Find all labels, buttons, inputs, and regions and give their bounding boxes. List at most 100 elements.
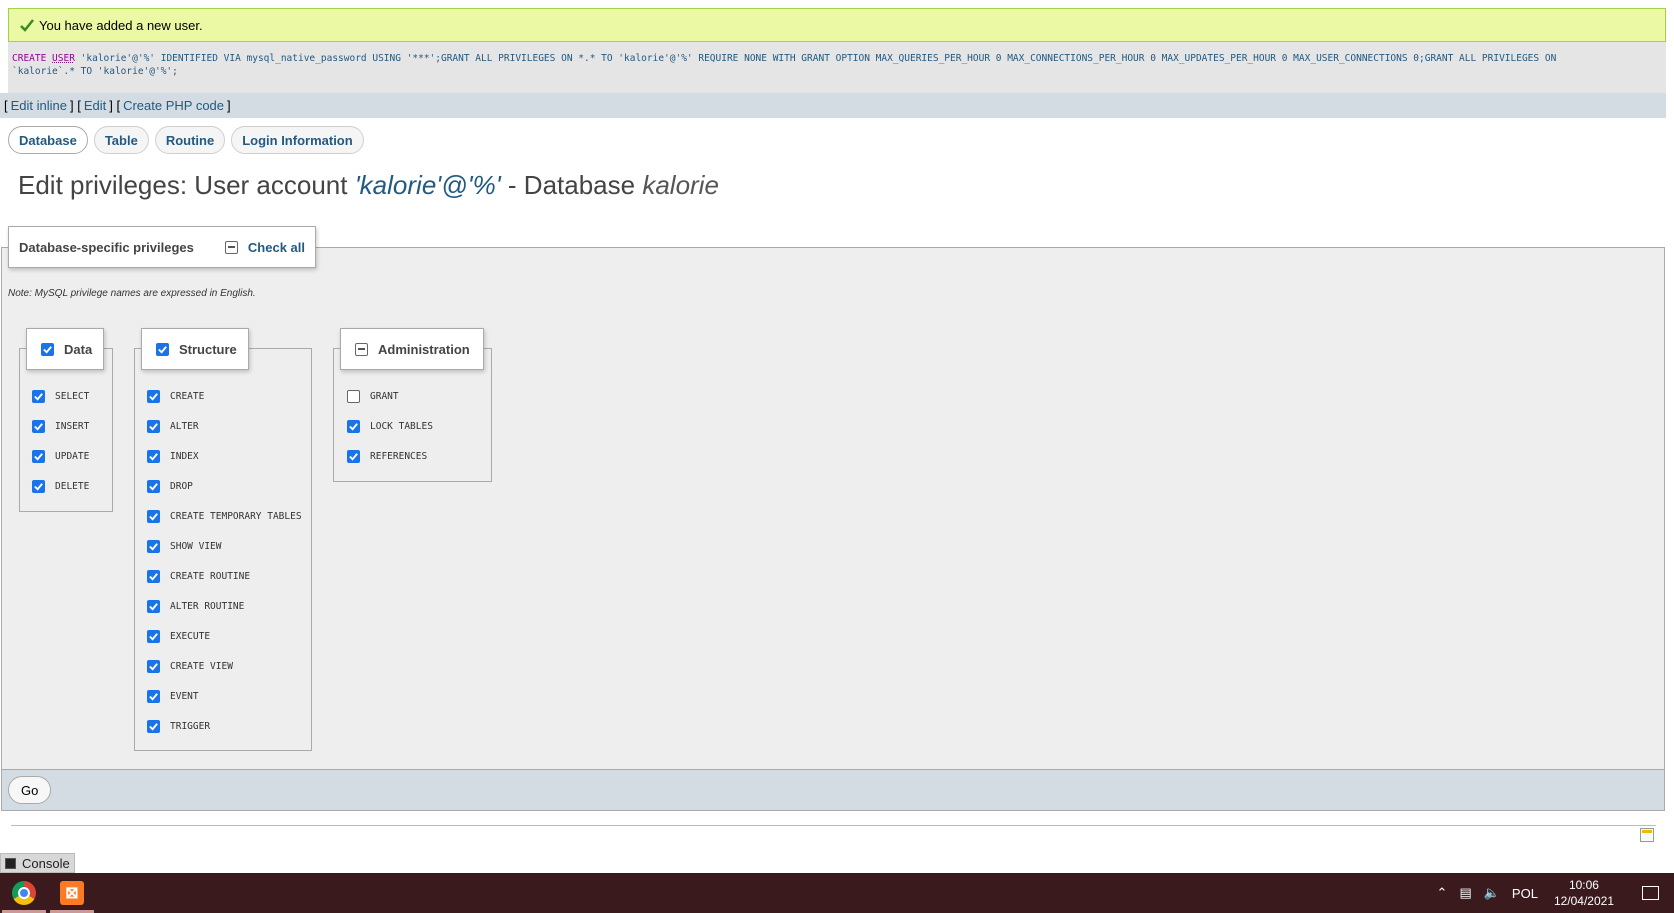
privileges-legend: Database-specific privileges Check all: [8, 226, 316, 268]
privilege-insert[interactable]: INSERT: [32, 420, 89, 433]
privilege-label: LOCK TABLES: [370, 421, 433, 432]
tab-routine[interactable]: Routine: [154, 126, 226, 154]
network-icon[interactable]: ▤: [1459, 885, 1471, 901]
create-php-code-link[interactable]: Create PHP code: [123, 98, 224, 113]
chevron-up-icon[interactable]: ⌃: [1437, 885, 1448, 901]
title-database: kalorie: [642, 170, 719, 200]
title-mid: - Database: [500, 170, 643, 200]
notifications-icon[interactable]: [1626, 873, 1674, 913]
privilege-index[interactable]: INDEX: [147, 450, 199, 463]
taskbar: ⊠ ⌃ ▤ 🔈 POL 10:06 12/04/2021: [0, 873, 1674, 913]
privilege-checkbox[interactable]: [147, 420, 160, 433]
privilege-checkbox[interactable]: [147, 510, 160, 523]
privilege-checkbox[interactable]: [32, 420, 45, 433]
check-all-checkbox[interactable]: [224, 240, 238, 254]
structure-group-label: Structure: [179, 341, 237, 357]
privilege-checkbox[interactable]: [147, 480, 160, 493]
privilege-update[interactable]: UPDATE: [32, 450, 89, 463]
privilege-drop[interactable]: DROP: [147, 480, 193, 493]
privilege-create-temporary-tables[interactable]: CREATE TEMPORARY TABLES: [147, 510, 302, 523]
data-group-checkbox[interactable]: [41, 342, 54, 356]
privilege-checkbox[interactable]: [32, 480, 45, 493]
privilege-label: CREATE VIEW: [170, 661, 233, 672]
privilege-label: SHOW VIEW: [170, 541, 222, 552]
privilege-label: TRIGGER: [170, 721, 211, 732]
page: { "notice": { "message": "You have added…: [0, 0, 1674, 913]
privilege-checkbox[interactable]: [147, 720, 160, 733]
privilege-checkbox[interactable]: [347, 450, 360, 463]
privilege-label: EXECUTE: [170, 631, 211, 642]
privilege-grant[interactable]: GRANT: [347, 390, 399, 403]
privilege-select[interactable]: SELECT: [32, 390, 89, 403]
clock[interactable]: 10:06 12/04/2021: [1554, 877, 1614, 909]
privilege-label: ALTER: [170, 421, 199, 432]
edit-link[interactable]: Edit: [84, 98, 106, 113]
privilege-checkbox[interactable]: [147, 450, 160, 463]
privilege-alter[interactable]: ALTER: [147, 420, 199, 433]
structure-group-legend[interactable]: Structure: [141, 328, 249, 370]
privilege-create-routine[interactable]: CREATE ROUTINE: [147, 570, 250, 583]
tab-login-information[interactable]: Login Information: [231, 126, 364, 154]
privilege-references[interactable]: REFERENCES: [347, 450, 427, 463]
privilege-checkbox[interactable]: [347, 420, 360, 433]
taskbar-chrome[interactable]: [0, 873, 48, 913]
tab-table[interactable]: Table: [93, 126, 149, 154]
privilege-label: CREATE ROUTINE: [170, 571, 251, 582]
privilege-checkbox[interactable]: [32, 450, 45, 463]
edit-inline-link[interactable]: Edit inline: [11, 98, 67, 113]
console-toggle[interactable]: Console: [0, 853, 75, 873]
xampp-icon: ⊠: [60, 881, 84, 905]
privilege-checkbox[interactable]: [147, 660, 160, 673]
check-all-label[interactable]: Check all: [248, 240, 305, 255]
privilege-event[interactable]: EVENT: [147, 690, 199, 703]
sql-text-line1: 'kalorie'@'%' IDENTIFIED VIA mysql_nativ…: [74, 53, 1557, 64]
privilege-label: CREATE TEMPORARY TABLES: [170, 511, 302, 522]
administration-group-checkbox[interactable]: [355, 342, 368, 356]
privilege-alter-routine[interactable]: ALTER ROUTINE: [147, 600, 244, 613]
sql-tools: [Edit inline] [Edit] [Create PHP code]: [0, 93, 1666, 118]
sql-query: CREATE USER 'kalorie'@'%' IDENTIFIED VIA…: [8, 42, 1666, 93]
privilege-show-view[interactable]: SHOW VIEW: [147, 540, 221, 553]
privilege-label: SELECT: [55, 391, 90, 402]
clock-time: 10:06: [1568, 878, 1599, 892]
structure-group-checkbox[interactable]: [156, 342, 169, 356]
privilege-checkbox[interactable]: [147, 600, 160, 613]
sql-user-keyword[interactable]: USER: [52, 53, 75, 64]
privilege-label: DELETE: [55, 481, 90, 492]
privilege-tabs: Database Table Routine Login Information: [8, 126, 364, 154]
data-group-legend[interactable]: Data: [26, 328, 104, 370]
administration-group-legend[interactable]: Administration: [340, 328, 484, 370]
tab-database[interactable]: Database: [8, 126, 88, 154]
privilege-checkbox[interactable]: [347, 390, 360, 403]
privilege-lock-tables[interactable]: LOCK TABLES: [347, 420, 433, 433]
privilege-checkbox[interactable]: [147, 540, 160, 553]
privilege-create-view[interactable]: CREATE VIEW: [147, 660, 233, 673]
go-button[interactable]: Go: [8, 776, 52, 804]
success-notice: You have added a new user.: [8, 8, 1666, 42]
chrome-icon: [12, 881, 36, 905]
system-tray: ⌃ ▤ 🔈 POL 10:06 12/04/2021: [1431, 873, 1674, 913]
privilege-checkbox[interactable]: [147, 630, 160, 643]
clock-date: 12/04/2021: [1553, 894, 1614, 908]
privilege-checkbox[interactable]: [147, 390, 160, 403]
privilege-trigger[interactable]: TRIGGER: [147, 720, 210, 733]
privileges-note: Note: MySQL privilege names are expresse…: [8, 288, 256, 299]
privilege-execute[interactable]: EXECUTE: [147, 630, 210, 643]
privilege-checkbox[interactable]: [147, 570, 160, 583]
form-footer: Go: [1, 769, 1665, 811]
console-icon: [5, 857, 16, 869]
divider: [11, 825, 1656, 826]
title-account[interactable]: 'kalorie'@'%': [355, 170, 501, 200]
language-indicator[interactable]: POL: [1512, 886, 1538, 901]
privilege-delete[interactable]: DELETE: [32, 480, 89, 493]
privilege-checkbox[interactable]: [32, 390, 45, 403]
volume-icon[interactable]: 🔈: [1484, 885, 1500, 901]
privilege-create[interactable]: CREATE: [147, 390, 204, 403]
scroll-to-top-icon[interactable]: [1640, 828, 1654, 842]
check-all-toggle[interactable]: Check all: [224, 240, 305, 255]
privilege-label: REFERENCES: [370, 451, 428, 462]
sql-keyword: CREATE: [12, 53, 53, 64]
success-check-icon: [20, 19, 34, 32]
taskbar-xampp[interactable]: ⊠: [48, 873, 96, 913]
privilege-checkbox[interactable]: [147, 690, 160, 703]
